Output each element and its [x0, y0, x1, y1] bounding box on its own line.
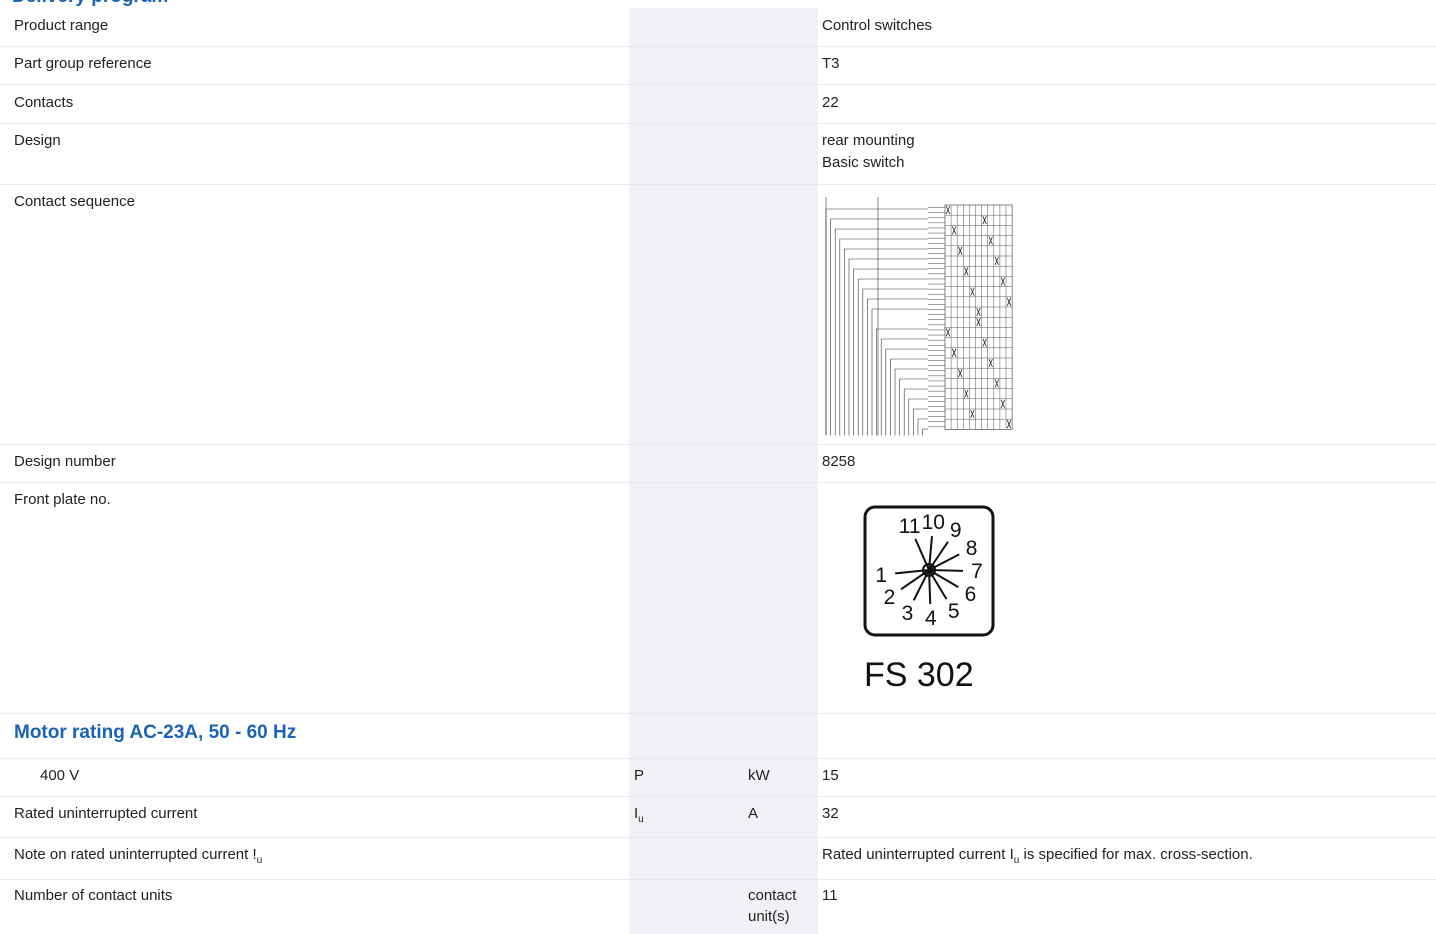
value-contact-units: 11 — [822, 887, 838, 904]
switching-mark — [976, 307, 981, 317]
value-400v: 15 — [822, 767, 839, 784]
wiring-line — [913, 408, 928, 436]
row-contacts: Contacts 22 — [0, 85, 1436, 124]
label-design-number: Design number — [14, 453, 116, 470]
switching-mark — [958, 369, 963, 378]
switching-mark — [1006, 297, 1012, 306]
front-plate-diagram: 123 4 567891011 FS 302 — [863, 505, 995, 694]
row-contact-sequence: Contact sequence — [0, 185, 1436, 445]
switching-mark — [988, 236, 993, 245]
wiring-line — [885, 348, 928, 436]
wiring-line — [890, 358, 928, 436]
section-title: Motor rating AC-23A, 50 - 60 Hz — [14, 722, 297, 743]
contact-sequence-diagram — [825, 197, 1013, 436]
switching-mark — [1000, 277, 1006, 286]
switching-mark — [982, 338, 987, 347]
switching-mark — [964, 389, 969, 398]
symbol-400v: P — [634, 767, 645, 784]
switching-mark — [994, 256, 999, 266]
switching-mark — [1006, 420, 1012, 429]
switching-mark — [970, 409, 975, 419]
front-plate-position-number: 9 — [950, 519, 962, 542]
value-rated-current: 32 — [822, 805, 839, 822]
row-note-current: Note on rated uninterrupted current !u R… — [0, 838, 1436, 880]
value-design-line1: rear mounting — [822, 132, 915, 149]
page-heading: Delivery program — [12, 0, 168, 8]
label-front-plate: Front plate no. — [14, 491, 111, 508]
switching-mark — [1000, 399, 1006, 408]
wiring-line — [825, 208, 928, 436]
label-rated-current: Rated uninterrupted current — [14, 805, 198, 822]
unit-contact-units-line2: unit(s) — [748, 908, 790, 925]
value-product-range: Control switches — [822, 17, 933, 34]
row-contact-units: Number of contact units contact unit(s) … — [0, 880, 1436, 934]
front-plate-position-number: 5 — [948, 600, 960, 623]
wiring-line — [922, 428, 928, 436]
label-product-range: Product range — [14, 17, 109, 34]
switching-mark — [994, 379, 999, 388]
wiring-line — [917, 418, 928, 436]
row-design-number: Design number 8258 — [0, 445, 1436, 483]
front-plate-position-number: 1 — [875, 564, 887, 587]
switching-mark — [958, 246, 963, 255]
row-product-range: Product range Control switches — [0, 8, 1436, 47]
front-plate-position-number: 8 — [966, 537, 978, 560]
front-plate-position-number: 4 — [925, 607, 937, 630]
wiring-line — [871, 308, 928, 436]
switching-mark — [945, 328, 951, 337]
front-plate-position-number: 11 — [899, 515, 921, 538]
unit-400v: kW — [748, 767, 770, 784]
value-design-number: 8258 — [822, 453, 856, 470]
wiring-line — [853, 268, 928, 436]
switching-mark — [976, 318, 981, 327]
front-plate-position-number: 7 — [971, 560, 983, 583]
label-design: Design — [14, 132, 61, 149]
unit-rated-current: A — [748, 805, 759, 822]
wiring-line — [857, 278, 928, 436]
wiring-line — [830, 218, 928, 436]
wiring-line — [839, 238, 928, 436]
switching-mark — [982, 216, 987, 225]
wiring-line — [862, 288, 928, 436]
row-rated-current: Rated uninterrupted current Iu A 32 — [0, 797, 1436, 838]
value-contacts: 22 — [822, 94, 839, 111]
row-front-plate: Front plate no. 1 2 3 4 5 6 7 8 9 10 11 FS 302 — [0, 483, 1436, 714]
front-plate-spoke — [914, 538, 930, 571]
wiring-line — [899, 378, 928, 436]
front-plate-position-number: 3 — [902, 602, 914, 625]
wiring-line — [844, 248, 928, 436]
front-plate-position-number: 6 — [965, 583, 977, 606]
front-plate-position-number: 2 — [884, 586, 896, 609]
row-part-group: Part group reference T3 — [0, 47, 1436, 85]
wiring-line — [876, 328, 928, 436]
switching-mark — [951, 226, 957, 235]
front-plate-spoke — [928, 569, 932, 605]
switching-mark — [970, 287, 975, 296]
switching-mark — [988, 358, 993, 368]
switching-mark — [945, 205, 951, 215]
symbol-rated-current: Iu — [634, 805, 644, 825]
unit-contact-units-line1: contact — [748, 887, 797, 904]
label-contacts: Contacts — [14, 94, 74, 111]
label-note-current: Note on rated uninterrupted current !u — [14, 846, 263, 866]
wiring-line — [903, 388, 928, 436]
front-plate-spoke — [928, 569, 964, 572]
front-plate-position-number: 10 — [922, 511, 945, 534]
value-design-line2: Basic switch — [822, 154, 905, 171]
row-design: Design rear mounting Basic switch — [0, 124, 1436, 185]
label-contact-sequence: Contact sequence — [14, 193, 135, 210]
label-contact-units: Number of contact units — [14, 887, 173, 904]
label-part-group: Part group reference — [14, 55, 152, 72]
label-400v: 400 V — [40, 767, 80, 784]
front-plate-caption: FS 302 — [864, 656, 974, 694]
value-note-current: Rated uninterrupted current Iu is specif… — [822, 846, 1253, 866]
section-motor-rating: Motor rating AC-23A, 50 - 60 Hz — [0, 714, 1436, 759]
switching-mark — [964, 267, 969, 276]
switching-mark — [951, 348, 957, 357]
value-part-group: T3 — [822, 55, 840, 72]
wiring-line — [880, 338, 928, 436]
row-400v: 400 V P kW 15 — [0, 759, 1436, 797]
wiring-line — [908, 398, 928, 436]
